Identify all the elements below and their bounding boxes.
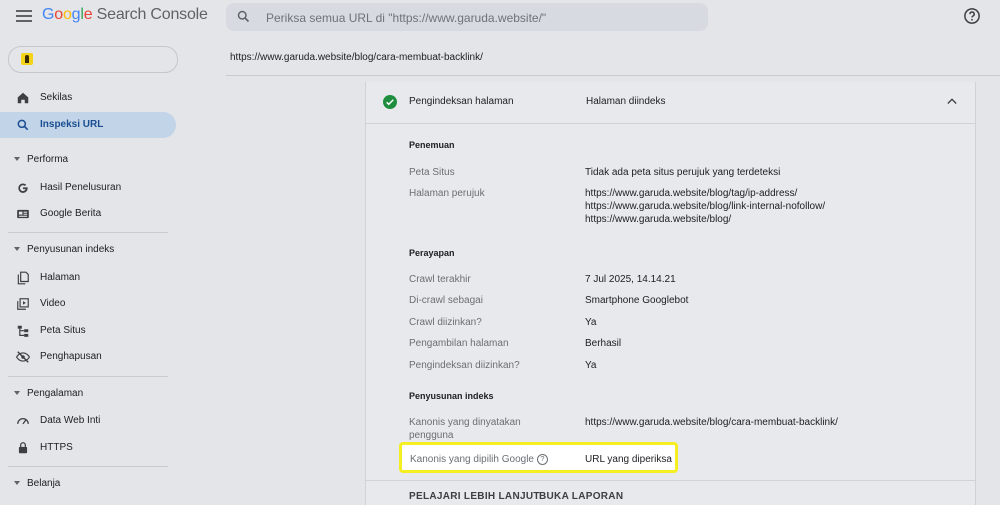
help-icon[interactable] bbox=[963, 7, 981, 25]
section-title-indexing: Penyusunan indeks bbox=[409, 391, 494, 401]
app-logo[interactable]: Google Search Console bbox=[42, 6, 208, 24]
sitemap-icon bbox=[17, 325, 29, 337]
video-icon bbox=[17, 298, 29, 310]
referring-page-link[interactable]: https://www.garuda.website/blog/tag/ip-a… bbox=[585, 187, 797, 200]
section-title: Penyusunan indeks bbox=[27, 244, 115, 255]
section-title-discovery: Penemuan bbox=[409, 140, 455, 150]
check-circle-icon bbox=[383, 95, 397, 109]
top-bar: Google Search Console bbox=[0, 0, 1000, 34]
inspected-url: https://www.garuda.website/blog/cara-mem… bbox=[230, 52, 483, 63]
sidebar: Sekilas Inspeksi URL Performa Hasil Pene… bbox=[0, 34, 186, 505]
card-header[interactable]: Pengindeksan halaman Halaman diindeks bbox=[366, 82, 975, 124]
sidebar-item-overview[interactable]: Sekilas bbox=[0, 85, 176, 111]
section-performance[interactable]: Performa bbox=[0, 151, 176, 171]
caret-down-icon bbox=[14, 157, 20, 161]
sidebar-item-label: Peta Situs bbox=[40, 325, 86, 336]
sidebar-divider bbox=[8, 376, 168, 377]
learn-more-button[interactable]: PELAJARI LEBIH LANJUT bbox=[409, 491, 540, 502]
sidebar-item-https[interactable]: HTTPS bbox=[0, 435, 176, 461]
product-name: Search Console bbox=[96, 6, 208, 23]
url-inspection-search[interactable] bbox=[226, 3, 708, 31]
google-wordmark: Google bbox=[42, 6, 93, 23]
chevron-up-icon[interactable] bbox=[947, 97, 957, 105]
home-icon bbox=[17, 92, 29, 104]
sidebar-item-label: Halaman bbox=[40, 272, 81, 283]
sidebar-item-label: Video bbox=[40, 298, 66, 309]
sitemap-label: Peta Situs bbox=[409, 167, 455, 178]
section-experience[interactable]: Pengalaman bbox=[0, 385, 176, 405]
google-canonical-label: Kanonis yang dipilih Google? bbox=[410, 453, 548, 466]
user-canonical-value: https://www.garuda.website/blog/cara-mem… bbox=[585, 417, 838, 428]
sitemap-value: Tidak ada peta situs perujuk yang terdet… bbox=[585, 167, 781, 178]
section-indexing[interactable]: Penyusunan indeks bbox=[0, 241, 176, 261]
main-menu-icon[interactable] bbox=[16, 10, 32, 22]
speed-icon bbox=[17, 418, 29, 425]
removal-icon bbox=[16, 351, 30, 363]
card-footer-divider bbox=[366, 480, 975, 481]
crawl-allowed-value: Ya bbox=[585, 317, 597, 328]
indexing-allowed-label: Pengindeksan diizinkan? bbox=[409, 360, 520, 371]
sidebar-item-video[interactable]: Video bbox=[0, 291, 176, 317]
user-canonical-label: Kanonis yang dinyatakan bbox=[409, 417, 521, 428]
search-input[interactable] bbox=[264, 7, 698, 29]
open-report-button[interactable]: BUKA LAPORAN bbox=[539, 491, 623, 502]
sidebar-item-google-news[interactable]: Google Berita bbox=[0, 201, 176, 227]
sidebar-item-label: Data Web Inti bbox=[40, 415, 101, 426]
sidebar-item-label: Sekilas bbox=[40, 92, 73, 103]
help-circle-icon[interactable]: ? bbox=[536, 453, 548, 465]
sidebar-item-url-inspection[interactable]: Inspeksi URL bbox=[0, 112, 176, 138]
section-shopping[interactable]: Belanja bbox=[0, 475, 176, 495]
indexing-allowed-value: Ya bbox=[585, 360, 597, 371]
section-title: Performa bbox=[27, 154, 69, 165]
user-canonical-label-line2: pengguna bbox=[409, 430, 454, 441]
google-canonical-label-text: Kanonis yang dipilih Google bbox=[410, 454, 534, 465]
sidebar-item-core-web-vitals[interactable]: Data Web Inti bbox=[0, 408, 176, 434]
google-g-icon bbox=[18, 183, 28, 193]
pages-icon bbox=[17, 271, 29, 285]
card-title: Pengindeksan halaman bbox=[409, 96, 514, 107]
sidebar-item-label: HTTPS bbox=[40, 442, 73, 453]
search-icon bbox=[237, 10, 250, 23]
google-canonical-value: URL yang diperiksa bbox=[585, 454, 672, 465]
last-crawl-value: 7 Jul 2025, 14.14.21 bbox=[585, 274, 676, 285]
sidebar-divider bbox=[8, 466, 168, 467]
header-divider bbox=[226, 75, 1000, 76]
section-title: Pengalaman bbox=[27, 388, 84, 399]
sidebar-item-pages[interactable]: Halaman bbox=[0, 265, 176, 291]
last-crawl-label: Crawl terakhir bbox=[409, 274, 471, 285]
caret-down-icon bbox=[14, 391, 20, 395]
index-status: Halaman diindeks bbox=[586, 96, 666, 107]
google-canonical-highlight: Kanonis yang dipilih Google? URL yang di… bbox=[399, 442, 678, 473]
search-icon bbox=[17, 119, 29, 131]
sidebar-item-removals[interactable]: Penghapusan bbox=[0, 344, 176, 370]
sidebar-divider bbox=[8, 232, 168, 233]
crawled-as-label: Di-crawl sebagai bbox=[409, 295, 483, 306]
sidebar-item-label: Inspeksi URL bbox=[40, 119, 104, 130]
news-icon bbox=[17, 209, 29, 219]
page-fetch-label: Pengambilan halaman bbox=[409, 338, 509, 349]
caret-down-icon bbox=[14, 247, 20, 251]
page-fetch-value: Berhasil bbox=[585, 338, 622, 349]
referring-page-link[interactable]: https://www.garuda.website/blog/ bbox=[585, 213, 731, 226]
property-selector[interactable] bbox=[8, 46, 178, 73]
sidebar-item-label: Penghapusan bbox=[40, 351, 102, 362]
sidebar-item-search-results[interactable]: Hasil Penelusuran bbox=[0, 175, 176, 201]
lock-icon bbox=[18, 442, 28, 454]
crawled-as-value: Smartphone Googlebot bbox=[585, 295, 689, 306]
sidebar-item-label: Hasil Penelusuran bbox=[40, 182, 122, 193]
referring-page-label: Halaman perujuk bbox=[409, 188, 485, 199]
referring-page-link[interactable]: https://www.garuda.website/blog/link-int… bbox=[585, 200, 825, 213]
sidebar-item-sitemaps[interactable]: Peta Situs bbox=[0, 318, 176, 344]
caret-down-icon bbox=[14, 481, 20, 485]
sidebar-item-label: Google Berita bbox=[40, 208, 102, 219]
crawl-allowed-label: Crawl diizinkan? bbox=[409, 317, 482, 328]
section-title: Belanja bbox=[27, 478, 61, 489]
site-favicon-icon bbox=[21, 53, 33, 65]
section-title-crawl: Perayapan bbox=[409, 248, 455, 258]
